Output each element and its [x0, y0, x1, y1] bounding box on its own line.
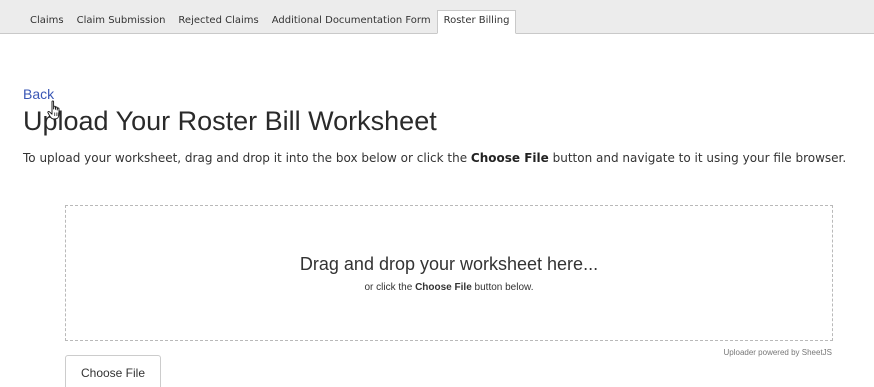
drop-zone-sub-text: or click the Choose File button below.: [66, 282, 832, 293]
drop-zone-main-text: Drag and drop your worksheet here...: [299, 254, 599, 274]
drop-zone-sub-text-end: button below.: [471, 282, 534, 293]
file-drop-zone[interactable]: Drag and drop your worksheet here... or …: [65, 205, 833, 341]
hand-pointer-icon: [47, 100, 60, 120]
tab-rejected-claims[interactable]: Rejected Claims: [171, 11, 264, 32]
page-title: Upload Your Roster Bill Worksheet: [23, 106, 437, 136]
instructions-text-end: button and navigate to it using your fil…: [548, 151, 847, 165]
drop-zone-choose-file-emphasis: Choose File: [415, 282, 472, 293]
instructions-text-start: To upload your worksheet, drag and drop …: [23, 151, 471, 165]
instructions-choose-file-emphasis: Choose File: [470, 151, 549, 165]
tab-additional-documentation-form[interactable]: Additional Documentation Form: [265, 11, 437, 32]
powered-by-note: Uploader powered by SheetJS: [723, 348, 832, 357]
tab-claim-submission[interactable]: Claim Submission: [70, 11, 172, 32]
drop-zone-sub-text-start: or click the: [364, 282, 416, 293]
tab-claims[interactable]: Claims: [23, 11, 70, 32]
tab-list: Claims Claim Submission Rejected Claims …: [23, 9, 517, 34]
choose-file-button[interactable]: Choose File: [65, 355, 161, 387]
tab-roster-billing[interactable]: Roster Billing: [436, 10, 517, 34]
tab-bar: Claims Claim Submission Rejected Claims …: [0, 0, 874, 34]
upload-instructions: To upload your worksheet, drag and drop …: [23, 150, 868, 167]
